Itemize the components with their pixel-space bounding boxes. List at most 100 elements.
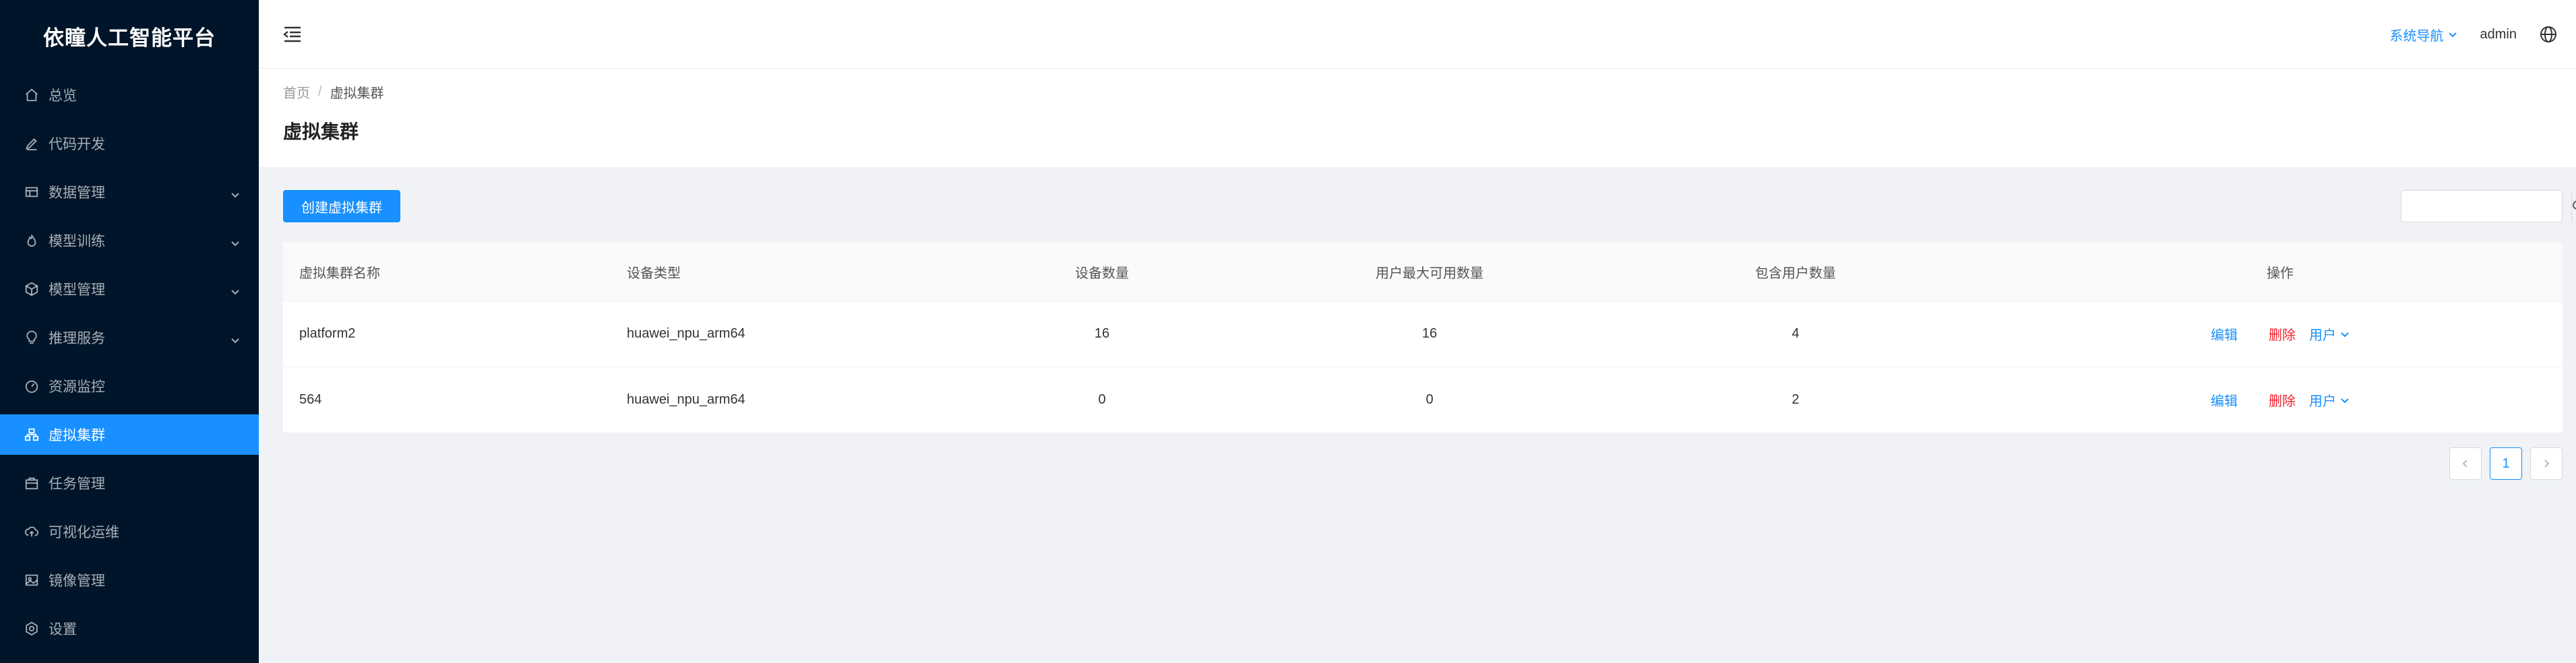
breadcrumb-current: 虚拟集群 bbox=[330, 86, 384, 101]
search-box bbox=[2401, 190, 2576, 222]
sidebar-item-task-management[interactable]: 任务管理 bbox=[0, 463, 259, 503]
sidebar-item-resource-monitor[interactable]: 资源监控 bbox=[0, 366, 259, 406]
chevron-down-icon bbox=[231, 236, 240, 247]
main-content: 创建虚拟集群 虚拟集群名称 设备类型 设备数量 用户最大可用数量 包含用户数量 … bbox=[259, 167, 2576, 663]
edit-icon bbox=[24, 136, 39, 151]
sidebar-item-code-dev[interactable]: 代码开发 bbox=[0, 123, 259, 164]
column-header: 用户最大可用数量 bbox=[1376, 265, 1483, 281]
sidebar-item-label: 推理服务 bbox=[49, 331, 105, 346]
next-page-button[interactable] bbox=[2530, 447, 2563, 480]
sidebar-item-inference-service[interactable]: 推理服务 bbox=[0, 317, 259, 358]
chevron-down-icon bbox=[2448, 32, 2457, 38]
sidebar-item-label: 数据管理 bbox=[49, 185, 105, 201]
column-header: 虚拟集群名称 bbox=[299, 265, 380, 281]
create-virtual-cluster-button[interactable]: 创建虚拟集群 bbox=[283, 190, 400, 222]
cluster-name-cell: platform2 bbox=[299, 326, 356, 341]
settings-icon bbox=[24, 621, 39, 636]
user-count-cell: 2 bbox=[1791, 392, 1800, 407]
system-nav-label: 系统导航 bbox=[2389, 28, 2444, 44]
page-title: 虚拟集群 bbox=[283, 121, 359, 142]
cube-icon bbox=[24, 282, 39, 296]
sidebar-item-label: 任务管理 bbox=[49, 476, 105, 492]
column-header: 设备数量 bbox=[1075, 265, 1129, 281]
chevron-down-icon bbox=[231, 187, 240, 198]
header-right: 系统导航 admin bbox=[2390, 0, 2557, 69]
delete-link[interactable]: 删除 bbox=[2269, 324, 2296, 344]
search-input[interactable] bbox=[2401, 191, 2571, 222]
home-icon bbox=[24, 88, 39, 102]
page-header: 首页 / 虚拟集群 虚拟集群 bbox=[259, 69, 2576, 167]
user-menu[interactable]: admin bbox=[2480, 27, 2517, 42]
sidebar-item-label: 镜像管理 bbox=[49, 573, 105, 589]
chevron-down-icon bbox=[231, 333, 240, 344]
table-header: 虚拟集群名称 设备类型 设备数量 用户最大可用数量 包含用户数量 操作 bbox=[283, 243, 2563, 301]
sidebar-item-label: 模型训练 bbox=[49, 234, 105, 249]
users-dropdown-label: 用户 bbox=[2309, 394, 2336, 409]
prev-page-button[interactable] bbox=[2449, 447, 2482, 480]
chevron-down-icon bbox=[2341, 398, 2349, 403]
sidebar-menu: 总览 代码开发 数据管理 模型训练 模型管理 推理服务 资源监控 虚拟集群 任务… bbox=[0, 75, 259, 649]
sidebar-item-model-training[interactable]: 模型训练 bbox=[0, 220, 259, 261]
sidebar-item-model-management[interactable]: 模型管理 bbox=[0, 269, 259, 309]
max-user-available-cell: 0 bbox=[1425, 392, 1434, 407]
column-header: 操作 bbox=[2267, 265, 2294, 281]
top-header: 系统导航 admin bbox=[259, 0, 2576, 69]
table-row: 564 huawei_npu_arm64 0 0 2 编辑 删除 用户 bbox=[283, 367, 2563, 433]
sidebar-item-visual-ops[interactable]: 可视化运维 bbox=[0, 511, 259, 552]
user-count-cell: 4 bbox=[1791, 326, 1800, 341]
sidebar-item-settings[interactable]: 设置 bbox=[0, 608, 259, 649]
cluster-table: 虚拟集群名称 设备类型 设备数量 用户最大可用数量 包含用户数量 操作 plat… bbox=[283, 243, 2563, 433]
chevron-down-icon bbox=[231, 284, 240, 295]
sidebar-item-label: 可视化运维 bbox=[49, 525, 119, 540]
device-type-cell: huawei_npu_arm64 bbox=[627, 326, 745, 341]
device-count-cell: 0 bbox=[1098, 392, 1106, 407]
search-icon bbox=[2572, 201, 2576, 210]
app-root: 依瞳人工智能平台 总览 代码开发 数据管理 模型训练 模型管理 推理服务 资源监… bbox=[0, 0, 2576, 663]
cluster-icon bbox=[24, 427, 39, 442]
sidebar: 依瞳人工智能平台 总览 代码开发 数据管理 模型训练 模型管理 推理服务 资源监… bbox=[0, 0, 259, 663]
row-actions: 编辑 删除 用户 bbox=[1998, 324, 2563, 344]
row-actions: 编辑 删除 用户 bbox=[1998, 390, 2563, 410]
system-nav-dropdown[interactable]: 系统导航 bbox=[2390, 25, 2457, 44]
sidebar-item-label: 模型管理 bbox=[49, 282, 105, 298]
sidebar-item-virtual-cluster[interactable]: 虚拟集群 bbox=[0, 414, 259, 455]
sidebar-item-label: 资源监控 bbox=[49, 379, 105, 395]
dashboard-icon bbox=[24, 379, 39, 393]
sidebar-item-label: 总览 bbox=[49, 88, 77, 104]
delete-link[interactable]: 删除 bbox=[2269, 390, 2296, 410]
sidebar-item-data-management[interactable]: 数据管理 bbox=[0, 172, 259, 212]
image-icon bbox=[24, 573, 39, 588]
menu-fold-icon[interactable] bbox=[283, 26, 302, 43]
breadcrumb-separator: / bbox=[318, 84, 322, 99]
column-header: 设备类型 bbox=[627, 265, 681, 281]
max-user-available-cell: 16 bbox=[1421, 326, 1438, 341]
pagination: 1 bbox=[2441, 447, 2563, 480]
task-icon bbox=[24, 476, 39, 491]
database-icon bbox=[24, 185, 39, 199]
edit-link[interactable]: 编辑 bbox=[2211, 324, 2238, 344]
fire-icon bbox=[24, 233, 39, 248]
sidebar-item-image-management[interactable]: 镜像管理 bbox=[0, 560, 259, 600]
users-dropdown[interactable]: 用户 bbox=[2309, 324, 2350, 344]
users-dropdown[interactable]: 用户 bbox=[2309, 390, 2350, 410]
bulb-icon bbox=[24, 330, 39, 345]
device-type-cell: huawei_npu_arm64 bbox=[627, 392, 745, 407]
column-header: 包含用户数量 bbox=[1755, 265, 1836, 281]
breadcrumb-home[interactable]: 首页 bbox=[283, 82, 310, 102]
page-number[interactable]: 1 bbox=[2490, 447, 2522, 480]
edit-link[interactable]: 编辑 bbox=[2211, 390, 2238, 410]
app-logo: 依瞳人工智能平台 bbox=[43, 26, 216, 50]
table-row: platform2 huawei_npu_arm64 16 16 4 编辑 删除… bbox=[283, 301, 2563, 367]
users-dropdown-label: 用户 bbox=[2309, 328, 2336, 343]
device-count-cell: 16 bbox=[1094, 326, 1110, 341]
sidebar-item-label: 设置 bbox=[49, 622, 77, 637]
chevron-left-icon bbox=[2462, 460, 2467, 468]
cluster-name-cell: 564 bbox=[299, 392, 322, 407]
globe-icon[interactable] bbox=[2540, 26, 2557, 43]
search-button[interactable] bbox=[2571, 191, 2576, 222]
chevron-down-icon bbox=[2341, 332, 2349, 337]
cloud-upload-icon bbox=[24, 524, 39, 539]
sidebar-item-label: 虚拟集群 bbox=[49, 428, 105, 443]
breadcrumb: 首页 / 虚拟集群 bbox=[283, 82, 384, 102]
sidebar-item-overview[interactable]: 总览 bbox=[0, 75, 259, 115]
